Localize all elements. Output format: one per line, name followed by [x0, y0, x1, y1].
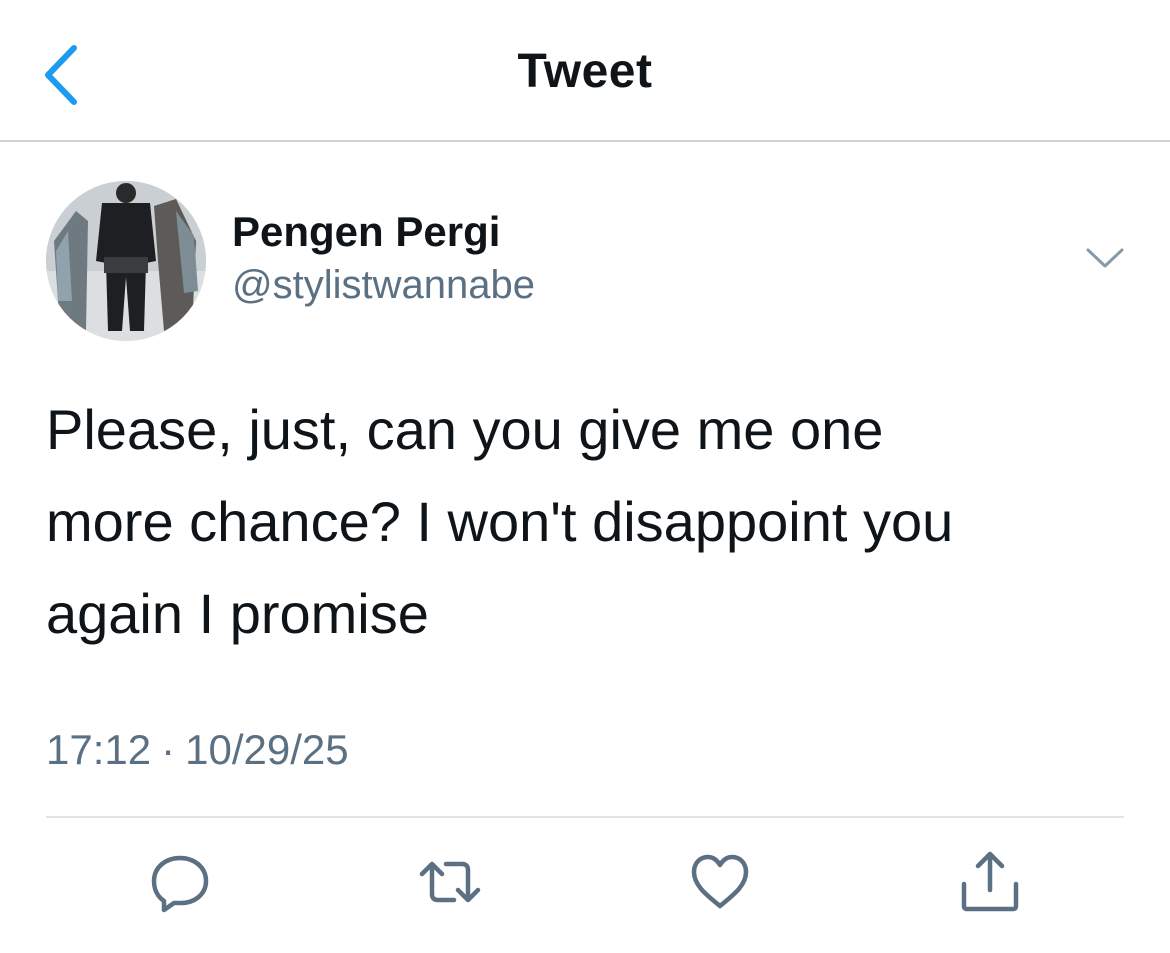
page-title: Tweet — [517, 45, 653, 98]
timestamp-separator: · — [161, 726, 176, 773]
tweet-date: 10/29/25 — [185, 726, 349, 773]
retweet-icon — [419, 861, 481, 903]
like-button[interactable] — [688, 850, 752, 914]
avatar-image — [46, 181, 206, 341]
divider — [46, 816, 1124, 818]
tweet-time: 17:12 — [46, 726, 152, 773]
tweet-menu-button[interactable] — [1084, 244, 1126, 274]
author-handle[interactable]: @stylistwannabe — [232, 263, 535, 308]
share-icon — [961, 851, 1019, 912]
retweet-button[interactable] — [418, 850, 482, 914]
avatar[interactable] — [46, 181, 206, 341]
reply-icon — [151, 855, 209, 913]
author-display-name[interactable]: Pengen Pergi — [232, 208, 500, 256]
tweet-timestamp[interactable]: 17:12 · 10/29/25 — [46, 726, 349, 774]
chevron-down-icon — [1086, 248, 1124, 268]
heart-icon — [691, 854, 749, 909]
top-navigation-bar: Tweet — [0, 0, 1170, 142]
share-button[interactable] — [958, 850, 1022, 914]
tweet-text: Please, just, can you give me one more c… — [46, 398, 954, 645]
reply-button[interactable] — [148, 850, 212, 914]
